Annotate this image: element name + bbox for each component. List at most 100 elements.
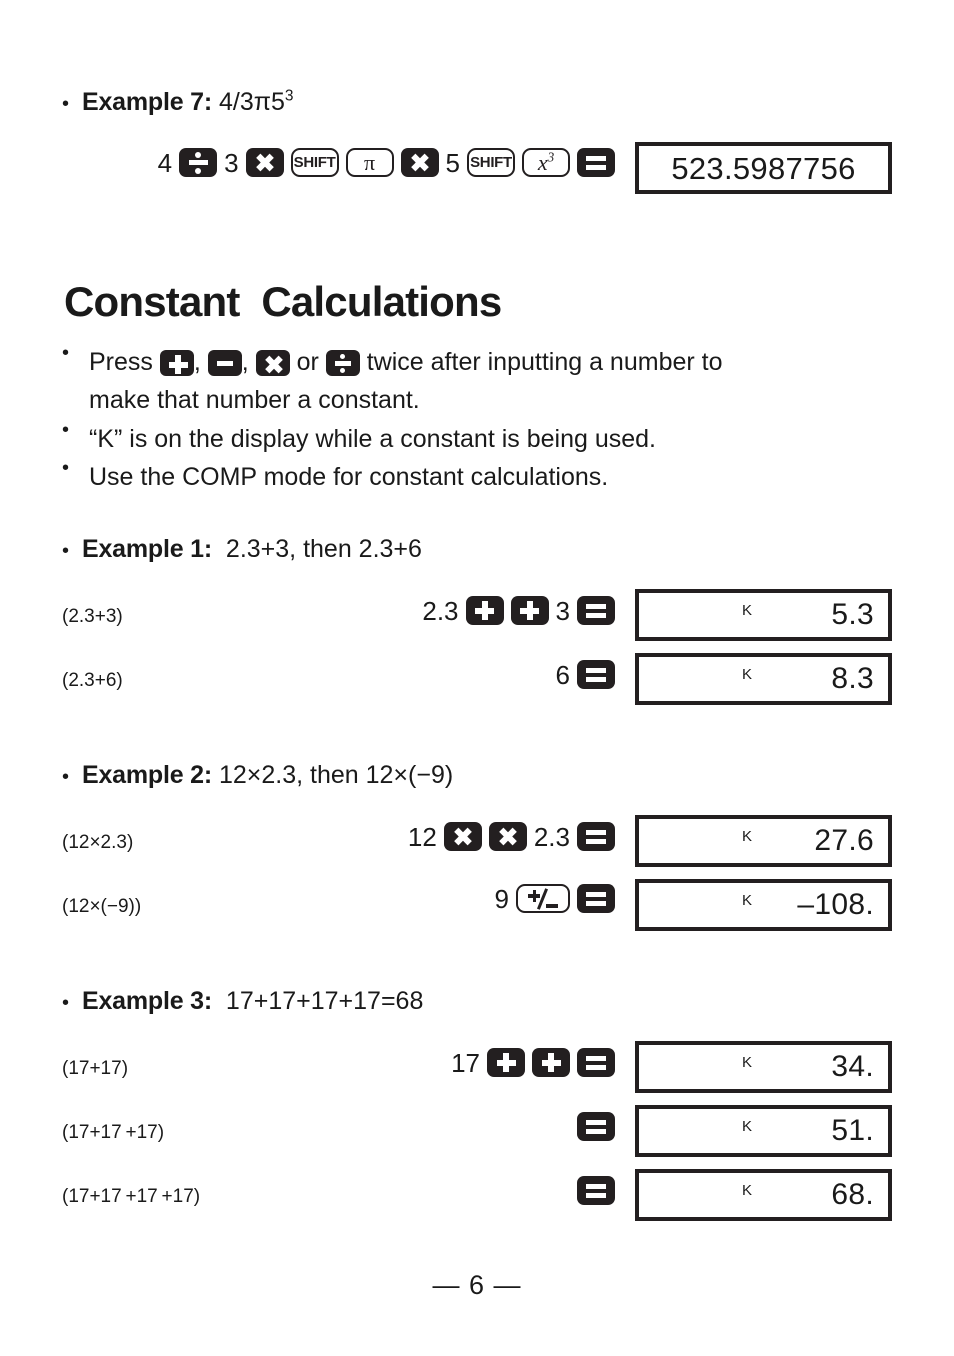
example-7-key-sequence: 4 3 SHIFT π 5 SHIFT x3 — [130, 148, 615, 177]
bullet-marker — [62, 94, 82, 114]
example-3-row-2-keys — [500, 1112, 615, 1141]
example-3-heading-text: Example 3: 17+17+17+17=68 — [82, 987, 423, 1016]
note-line-1: Press , , or twice after inputting a num… — [89, 348, 723, 377]
result-value: 51. — [831, 1114, 874, 1147]
bullet-marker — [62, 458, 82, 478]
constant-k-flag: K — [742, 828, 753, 845]
multiply-key[interactable] — [443, 822, 482, 851]
divide-key[interactable] — [325, 350, 360, 377]
shift-key[interactable]: SHIFT — [467, 148, 515, 177]
row-label: (17+17 +17) — [62, 1122, 165, 1143]
equals-key[interactable] — [577, 1176, 615, 1205]
result-value: 34. — [831, 1050, 874, 1083]
result-display-example-1-row-1: K 5.3 — [635, 589, 892, 641]
key-digit-3: 3 — [224, 147, 239, 178]
constant-k-flag: K — [742, 1118, 753, 1135]
key-digit-2point3: 2.3 — [422, 595, 459, 626]
key-digit-17: 17 — [451, 1047, 480, 1078]
multiply-key[interactable] — [400, 148, 439, 177]
note-line-2: make that number a constant. — [89, 386, 420, 414]
row-label: (2.3+3) — [62, 606, 123, 627]
example-1-label: Example 1: — [82, 535, 213, 563]
example-7-heading: Example 7: 4/3π53 — [62, 88, 294, 117]
example-1-formula: 2.3+3, then 2.3+6 — [225, 535, 422, 563]
multiply-key[interactable] — [488, 822, 527, 851]
equals-key[interactable] — [577, 148, 615, 177]
equals-key[interactable] — [577, 596, 615, 625]
note-text: Use the COMP mode for constant calculati… — [89, 463, 609, 491]
result-display-example-3-row-1: K 34. — [635, 1041, 892, 1093]
row-label: (17+17 +17 +17) — [62, 1186, 201, 1207]
page-title: Constant Calculations — [64, 278, 502, 325]
note-comp-mode: Use the COMP mode for constant calculati… — [62, 458, 902, 496]
equals-key[interactable] — [577, 1048, 615, 1077]
shift-key[interactable]: SHIFT — [290, 148, 339, 177]
key-digit-5: 5 — [445, 147, 460, 178]
plus-key[interactable] — [487, 1048, 525, 1077]
pi-key[interactable]: π — [345, 148, 394, 177]
example-2-row-1-keys: 12 2.3 — [330, 822, 615, 851]
multiply-key[interactable] — [245, 148, 284, 177]
result-value: –108. — [797, 888, 874, 921]
equals-key[interactable] — [577, 822, 615, 851]
example-7-formula: 4/3π53 — [218, 87, 294, 116]
constant-k-flag: K — [742, 602, 753, 619]
key-digit-3: 3 — [555, 595, 570, 626]
plus-minus-key[interactable] — [516, 884, 570, 913]
constant-k-flag: K — [742, 1182, 753, 1199]
note-k-indicator: “K” is on the display while a constant i… — [62, 420, 902, 458]
result-display-example-1-row-2: K 8.3 — [635, 653, 892, 705]
result-value: 8.3 — [831, 662, 874, 695]
row-label: (12×(−9)) — [62, 896, 142, 917]
example-7-label: Example 7: — [82, 88, 213, 116]
page-number-footer: — 6 — — [432, 1270, 522, 1300]
example-2-formula: 12×2.3, then 12×(−9) — [218, 761, 454, 789]
example-2-heading: Example 2: 12×2.3, then 12×(−9) — [62, 761, 453, 790]
row-label: (12×2.3) — [62, 832, 134, 853]
result-value: 523.5987756 — [671, 150, 856, 186]
key-digit-9: 9 — [494, 883, 509, 914]
example-2-heading-text: Example 2: 12×2.3, then 12×(−9) — [82, 761, 453, 790]
example-3-heading: Example 3: 17+17+17+17=68 — [62, 987, 423, 1016]
example-3-row-1-keys: 17 — [370, 1048, 615, 1077]
plus-key[interactable] — [465, 596, 504, 625]
divide-key[interactable] — [179, 148, 218, 177]
result-value: 5.3 — [831, 598, 874, 631]
key-digit-4: 4 — [157, 147, 173, 178]
plus-key[interactable] — [510, 596, 549, 625]
example-7-heading-text: Example 7: 4/3π53 — [82, 88, 294, 117]
equals-key[interactable] — [577, 884, 615, 913]
equals-key[interactable] — [577, 1112, 615, 1141]
row-label: (17+17) — [62, 1058, 129, 1079]
bullet-marker — [62, 541, 82, 561]
example-3-formula: 17+17+17+17=68 — [225, 987, 424, 1015]
bullet-marker — [62, 343, 82, 363]
example-3-row-3-keys — [500, 1176, 615, 1205]
key-digit-2point3: 2.3 — [533, 821, 570, 852]
note-text: “K” is on the display while a constant i… — [89, 425, 656, 453]
minus-key[interactable] — [207, 350, 242, 377]
plus-key[interactable] — [532, 1048, 570, 1077]
example-2-label: Example 2: — [82, 761, 213, 789]
result-display-example-3-row-3: K 68. — [635, 1169, 892, 1221]
result-value: 27.6 — [814, 824, 874, 857]
x-cubed-key[interactable]: x3 — [522, 148, 570, 177]
plus-key[interactable] — [159, 350, 194, 377]
example-2-row-2-keys: 9 — [400, 884, 615, 913]
example-3-label: Example 3: — [82, 987, 213, 1015]
bullet-marker — [62, 420, 82, 440]
result-display-example-7: 523.5987756 — [635, 142, 892, 194]
result-display-example-2-row-1: K 27.6 — [635, 815, 892, 867]
constant-k-flag: K — [742, 892, 753, 909]
row-label: (2.3+6) — [62, 670, 123, 691]
example-1-heading-text: Example 1: 2.3+3, then 2.3+6 — [82, 535, 422, 564]
bullet-marker — [62, 767, 82, 787]
multiply-key[interactable] — [255, 350, 290, 377]
equals-key[interactable] — [577, 660, 615, 689]
manual-page: Example 7: 4/3π53 4 3 SHIFT π 5 SHIFT x3… — [0, 0, 954, 1356]
example-1-heading: Example 1: 2.3+3, then 2.3+6 — [62, 535, 422, 564]
result-display-example-3-row-2: K 51. — [635, 1105, 892, 1157]
key-digit-6: 6 — [555, 659, 570, 690]
result-value: 68. — [831, 1178, 874, 1211]
note-press-operators: Press , , or twice after inputting a num… — [62, 343, 902, 419]
